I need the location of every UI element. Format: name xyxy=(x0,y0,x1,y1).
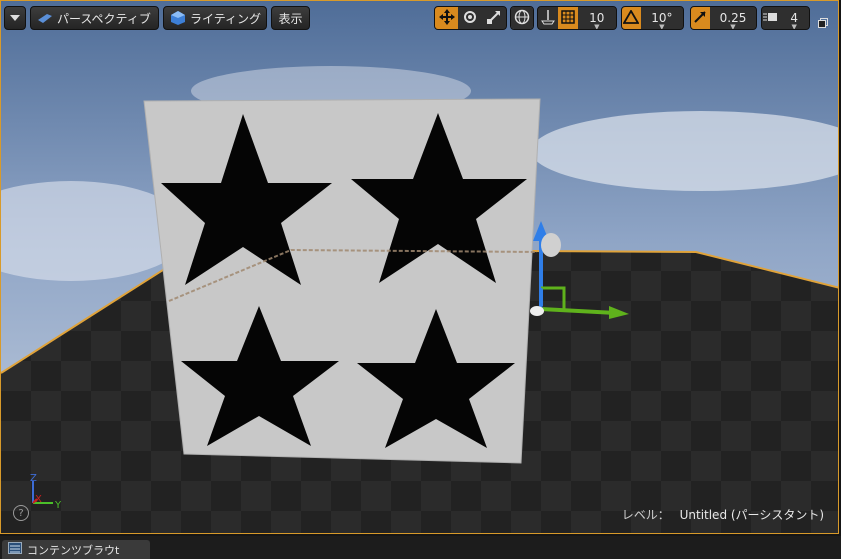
camera-speed-value: 4 ▼ xyxy=(779,7,809,30)
chevron-down-icon: ▼ xyxy=(659,23,665,30)
translate-tool-button[interactable] xyxy=(435,7,459,29)
camera-speed-button[interactable]: 4 ▼ xyxy=(761,6,810,30)
restore-icon xyxy=(818,13,828,32)
surface-snap-button[interactable] xyxy=(538,7,558,29)
rotation-snap-button[interactable] xyxy=(622,7,641,29)
help-icon[interactable]: ? xyxy=(13,505,29,521)
content-browser-tab[interactable]: コンテンツブラウt xyxy=(2,540,150,559)
rotation-snap-group: 10° ▼ xyxy=(621,6,684,30)
level-viewport[interactable]: パースペクティブ ライティング 表示 10 ▼ 10° ▼ 0.25 ▼ 4 ▼… xyxy=(0,0,839,534)
scene-render xyxy=(1,1,838,533)
lit-cube-icon xyxy=(170,10,186,26)
scale-snap-button[interactable] xyxy=(691,7,710,29)
content-browser-icon xyxy=(8,542,22,557)
scale-tool-button[interactable] xyxy=(481,7,506,29)
perspective-label: パースペクティブ xyxy=(57,11,151,26)
surface-snap-icon xyxy=(540,9,556,28)
cube-mesh[interactable] xyxy=(144,99,540,463)
level-info: レベル： Untitled (パーシスタント) xyxy=(622,506,824,523)
viewport-options-button[interactable] xyxy=(4,6,26,30)
content-browser-label: コンテンツブラウt xyxy=(27,543,120,557)
level-name: Untitled (パーシスタント) xyxy=(679,508,824,522)
grid-snap-value[interactable]: 10 ▼ xyxy=(577,7,616,30)
perspective-button[interactable]: パースペクティブ xyxy=(30,6,159,30)
rotation-snap-value[interactable]: 10° ▼ xyxy=(640,7,683,30)
lighting-label: ライティング xyxy=(190,11,262,26)
chevron-down-icon: ▼ xyxy=(791,23,797,30)
chevron-down-icon: ▼ xyxy=(594,23,600,30)
scale-snap-value[interactable]: 0.25 ▼ xyxy=(709,7,756,30)
camera-icon xyxy=(762,10,779,27)
scale-icon xyxy=(486,9,502,28)
grid-snap-button[interactable] xyxy=(557,7,578,29)
axis-y-label: Y xyxy=(54,500,62,511)
angle-icon xyxy=(622,8,640,27)
world-local-toggle[interactable] xyxy=(510,6,534,30)
grid-icon xyxy=(560,9,575,27)
maximize-viewport-button[interactable] xyxy=(818,13,828,28)
show-label: 表示 xyxy=(278,11,303,26)
lighting-button[interactable]: ライティング xyxy=(163,6,267,30)
grid-snap-group: 10 ▼ xyxy=(537,6,617,30)
show-button[interactable]: 表示 xyxy=(271,6,310,30)
chevron-down-icon xyxy=(10,15,20,21)
scale-snap-group: 0.25 ▼ xyxy=(690,6,757,30)
axis-x-label: X xyxy=(35,494,42,505)
scale-arrow-icon xyxy=(693,10,707,27)
cube-view-icon xyxy=(37,12,53,24)
chevron-down-icon: ▼ xyxy=(730,23,736,30)
transform-tools xyxy=(434,6,507,30)
move-icon xyxy=(438,8,455,28)
level-label: レベル： xyxy=(621,508,670,522)
globe-icon xyxy=(514,9,530,28)
rotate-tool-button[interactable] xyxy=(458,7,482,29)
axis-indicator: Z X Y xyxy=(30,473,62,511)
rotate-icon xyxy=(462,9,478,28)
axis-z-label: Z xyxy=(30,473,37,484)
